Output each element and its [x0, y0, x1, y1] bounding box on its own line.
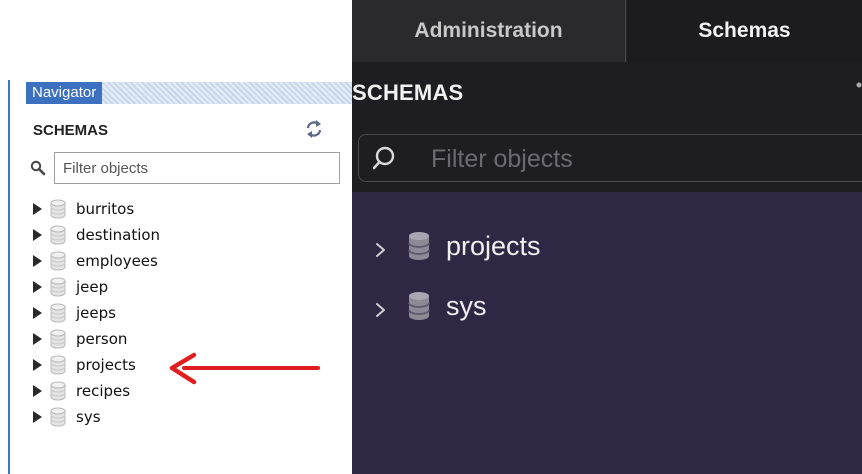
database-icon: [50, 355, 66, 375]
schema-item-jeeps[interactable]: jeeps: [33, 300, 160, 326]
schema-item-employees[interactable]: employees: [33, 248, 160, 274]
tab-schemas[interactable]: Schemas: [627, 0, 862, 62]
chevron-right-icon[interactable]: [374, 241, 388, 259]
schema-name: sys: [446, 290, 487, 321]
filter-objects-field-dark: [358, 134, 862, 182]
expand-triangle-icon[interactable]: [33, 385, 42, 397]
panel-border: [8, 80, 10, 474]
database-icon: [408, 232, 430, 260]
schema-item-recipes[interactable]: recipes: [33, 378, 160, 404]
expand-triangle-icon[interactable]: [33, 333, 42, 345]
database-icon: [50, 277, 66, 297]
schema-item-sys[interactable]: sys: [352, 286, 487, 326]
search-icon: [373, 146, 395, 170]
expand-triangle-icon[interactable]: [33, 229, 42, 241]
expand-triangle-icon[interactable]: [33, 411, 42, 423]
schema-name: projects: [76, 356, 136, 374]
navigator-header: Navigator: [26, 82, 352, 112]
schema-name: jeep: [76, 278, 109, 296]
collapse-icon[interactable]: [856, 82, 862, 88]
filter-objects-field: [30, 152, 340, 184]
navigator-title: Navigator: [26, 82, 103, 104]
expand-triangle-icon[interactable]: [33, 203, 42, 215]
refresh-icon[interactable]: [304, 119, 324, 139]
schema-name: projects: [446, 230, 541, 261]
filter-objects-input[interactable]: [54, 152, 340, 184]
tab-administration[interactable]: Administration: [352, 0, 626, 62]
schema-name: burritos: [76, 200, 135, 218]
search-icon: [30, 160, 46, 176]
schema-item-person[interactable]: person: [33, 326, 160, 352]
schema-item-burritos[interactable]: burritos: [33, 196, 160, 222]
schema-name: destination: [76, 226, 161, 244]
schema-name: person: [76, 330, 128, 348]
database-icon: [408, 292, 430, 320]
schema-item-projects[interactable]: projects: [33, 352, 160, 378]
expand-triangle-icon[interactable]: [33, 281, 42, 293]
schema-name: jeeps: [76, 304, 116, 322]
schema-item-destination[interactable]: destination: [33, 222, 160, 248]
schema-item-sys[interactable]: sys: [33, 404, 160, 430]
filter-objects-input-dark[interactable]: [431, 141, 851, 177]
schema-item-jeep[interactable]: jeep: [33, 274, 160, 300]
navigator-header-band: [26, 104, 352, 112]
schemas-section-label-dark: SCHEMAS: [352, 80, 464, 105]
schema-tree-dark: projects sys: [352, 192, 862, 474]
schema-name: employees: [76, 252, 158, 270]
schemas-section-label: SCHEMAS: [33, 122, 109, 139]
schemas-panel-dark: Administration Schemas SCHEMAS projects s…: [352, 0, 862, 474]
database-icon: [50, 251, 66, 271]
tab-bar: Administration Schemas: [352, 0, 862, 62]
database-icon: [50, 303, 66, 323]
database-icon: [50, 225, 66, 245]
database-icon: [50, 407, 66, 427]
database-icon: [50, 199, 66, 219]
schema-name: sys: [76, 408, 101, 426]
expand-triangle-icon[interactable]: [33, 255, 42, 267]
schema-tree-light: burritos destination employees jeep jeeps per…: [33, 196, 160, 430]
chevron-right-icon[interactable]: [374, 301, 388, 319]
expand-triangle-icon[interactable]: [33, 307, 42, 319]
schema-item-projects[interactable]: projects: [352, 226, 541, 266]
expand-triangle-icon[interactable]: [33, 359, 42, 371]
red-arrow-annotation: [169, 352, 320, 385]
schema-name: recipes: [76, 382, 131, 400]
database-icon: [50, 381, 66, 401]
database-icon: [50, 329, 66, 349]
navigator-panel-light: Navigator SCHEMAS burritos destination emp…: [0, 0, 352, 474]
